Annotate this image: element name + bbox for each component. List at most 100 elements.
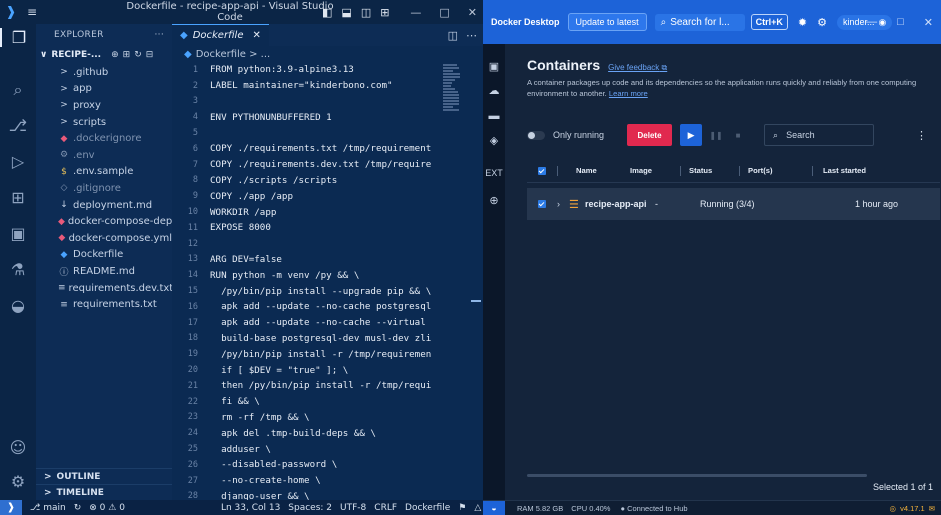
remote-explorer-icon[interactable]: ▣ [0, 224, 36, 243]
code-line[interactable]: 20 if [ $DEV = "true" ]; \ [172, 362, 483, 378]
sync-icon[interactable]: ↻ [74, 503, 82, 513]
feedback-icon[interactable]: ✉ [929, 504, 935, 513]
minimize-icon[interactable]: — [410, 6, 421, 19]
code-line[interactable]: 12 [172, 236, 483, 252]
column-header-status[interactable]: Status [681, 166, 739, 175]
column-header-last-started[interactable]: Last started [813, 166, 866, 175]
toggle-sidebar-icon[interactable]: ◧ [322, 6, 332, 19]
dev-environments-icon[interactable]: ◈ [483, 134, 505, 147]
container-name[interactable]: recipe-app-api [585, 199, 655, 209]
code-line[interactable]: 2 LABEL maintainer="kinderbono.com" [172, 78, 483, 94]
code-line[interactable]: 4 ENV PYTHONUNBUFFERED 1 [172, 109, 483, 125]
minimap[interactable] [443, 64, 461, 124]
code-line[interactable]: 24 apk del .tmp-build-deps && \ [172, 425, 483, 441]
collapse-all-icon[interactable]: ⊟ [146, 50, 158, 60]
new-file-icon[interactable]: ⊕ [111, 50, 123, 60]
containers-cube-icon[interactable]: ▣ [483, 60, 505, 73]
code-line[interactable]: 27 --no-create-home \ [172, 473, 483, 489]
expand-chevron-icon[interactable]: › [557, 199, 569, 209]
code-line[interactable]: 14 RUN python -m venv /py && \ [172, 267, 483, 283]
problems-status[interactable]: ⊗ 0 ⚠ 0 [89, 503, 125, 513]
select-all-checkbox[interactable] [527, 166, 557, 175]
code-line[interactable]: 5 [172, 125, 483, 141]
more-options-icon[interactable]: ⋮ [916, 129, 927, 142]
tree-file[interactable]: ◇ .gitignore [36, 180, 172, 197]
maximize-icon[interactable]: □ [439, 6, 449, 19]
toggle-secondary-sidebar-icon[interactable]: ◫ [361, 6, 371, 19]
menu-hamburger-icon[interactable]: ≡ [22, 5, 42, 19]
toggle-panel-icon[interactable]: ⬓ [341, 6, 351, 19]
tree-file[interactable]: ⓘ README.md [36, 263, 172, 280]
update-button[interactable]: Update to latest [567, 13, 647, 31]
extensions-icon[interactable]: ⊞ [0, 188, 36, 207]
settings-gear-icon[interactable]: ⚙ [817, 16, 827, 29]
version-badge[interactable]: ◎ v4.17.1 ✉ [890, 504, 935, 513]
source-control-icon[interactable]: ⎇ [0, 116, 36, 135]
indentation[interactable]: Spaces: 2 [288, 503, 332, 513]
docker-whale-icon[interactable]: ◒ [0, 296, 36, 315]
global-search[interactable]: ⌕ Search for l... [654, 13, 745, 31]
editor-scrollbar[interactable] [471, 62, 481, 500]
testing-flask-icon[interactable]: ⚗ [0, 260, 36, 279]
tab-dockerfile[interactable]: ◆ Dockerfile ✕ [172, 24, 269, 46]
code-line[interactable]: 28 django-user && \ [172, 489, 483, 500]
split-editor-icon[interactable]: ◫ [448, 29, 458, 42]
new-folder-icon[interactable]: ⊞ [123, 50, 135, 60]
encoding[interactable]: UTF-8 [340, 503, 366, 513]
tree-folder[interactable]: > .github [36, 64, 172, 81]
end-of-line[interactable]: CRLF [374, 503, 397, 513]
tree-file[interactable]: ≡ requirements.txt [36, 296, 172, 313]
tree-folder[interactable]: > app [36, 81, 172, 98]
timeline-section[interactable]: > TIMELINE [36, 484, 172, 500]
code-line[interactable]: 9 COPY ./app /app [172, 188, 483, 204]
accounts-icon[interactable]: ☺ [0, 438, 36, 457]
code-line[interactable]: 10 WORKDIR /app [172, 204, 483, 220]
breadcrumb[interactable]: ◆ Dockerfile > ... [172, 46, 483, 62]
explorer-files-icon[interactable]: ❐ [0, 28, 36, 47]
run-debug-icon[interactable]: ▷ [0, 152, 36, 171]
remote-indicator-icon[interactable]: ❱ [0, 500, 22, 515]
maximize-icon[interactable]: □ [897, 16, 904, 29]
close-icon[interactable]: ✕ [924, 16, 933, 29]
tree-file[interactable]: ◆ .dockerignore [36, 130, 172, 147]
code-line[interactable]: 11 EXPOSE 8000 [172, 220, 483, 236]
cursor-position[interactable]: Ln 33, Col 13 [221, 503, 280, 513]
only-running-toggle[interactable] [527, 130, 545, 140]
add-extension-icon[interactable]: ⊕ [483, 194, 505, 207]
volumes-drive-icon[interactable]: ▬ [483, 110, 505, 122]
pause-button[interactable]: ❚❚ [708, 124, 724, 146]
customize-layout-icon[interactable]: ⊞ [380, 6, 389, 19]
code-editor[interactable]: 1 FROM python:3.9-alpine3.13 2 LABEL mainta… [172, 62, 483, 500]
close-icon[interactable]: ✕ [468, 6, 477, 19]
delete-button[interactable]: Delete [627, 124, 673, 146]
minimize-icon[interactable]: — [866, 16, 877, 29]
code-line[interactable]: 18 build-base postgresql-dev musl-dev zl… [172, 331, 483, 347]
container-search-input[interactable]: ⌕ Search [764, 124, 875, 146]
explorer-more-icon[interactable]: ··· [155, 30, 164, 40]
tree-file[interactable]: ↓ deployment.md [36, 197, 172, 214]
code-line[interactable]: 17 apk add --update --no-cache --virtual [172, 315, 483, 331]
tree-file[interactable]: ◆ docker-compose.yml [36, 230, 172, 247]
stop-button[interactable]: ■ [730, 124, 746, 146]
tree-file[interactable]: ⚙ .env [36, 147, 172, 164]
code-line[interactable]: 1 FROM python:3.9-alpine3.13 [172, 62, 483, 78]
images-cloud-icon[interactable]: ☁ [483, 84, 505, 97]
outline-section[interactable]: > OUTLINE [36, 468, 172, 484]
tree-folder[interactable]: > scripts [36, 114, 172, 131]
code-line[interactable]: 8 COPY ./scripts /scripts [172, 173, 483, 189]
row-checkbox[interactable] [527, 200, 557, 208]
hub-status[interactable]: ● Connected to Hub [620, 504, 687, 513]
feedback-link[interactable]: Give feedback ⧉ [608, 63, 667, 73]
extensions-bug-icon[interactable]: ✹ [798, 16, 807, 29]
code-line[interactable]: 21 then /py/bin/pip install -r /tmp/requ… [172, 378, 483, 394]
code-line[interactable]: 13 ARG DEV=false [172, 252, 483, 268]
table-horizontal-scrollbar[interactable] [527, 474, 867, 477]
branch-status[interactable]: ⎇ main [30, 503, 66, 513]
refresh-icon[interactable]: ↻ [134, 50, 146, 60]
table-row[interactable]: › ☰ recipe-app-api - Running (3/4) 1 hou… [527, 188, 940, 220]
code-line[interactable]: 26 --disabled-password \ [172, 457, 483, 473]
tree-folder[interactable]: > proxy [36, 97, 172, 114]
code-line[interactable]: 15 /py/bin/pip install --upgrade pip && … [172, 283, 483, 299]
live-share-icon[interactable]: ⚑ [458, 503, 466, 513]
code-line[interactable]: 3 [172, 94, 483, 110]
